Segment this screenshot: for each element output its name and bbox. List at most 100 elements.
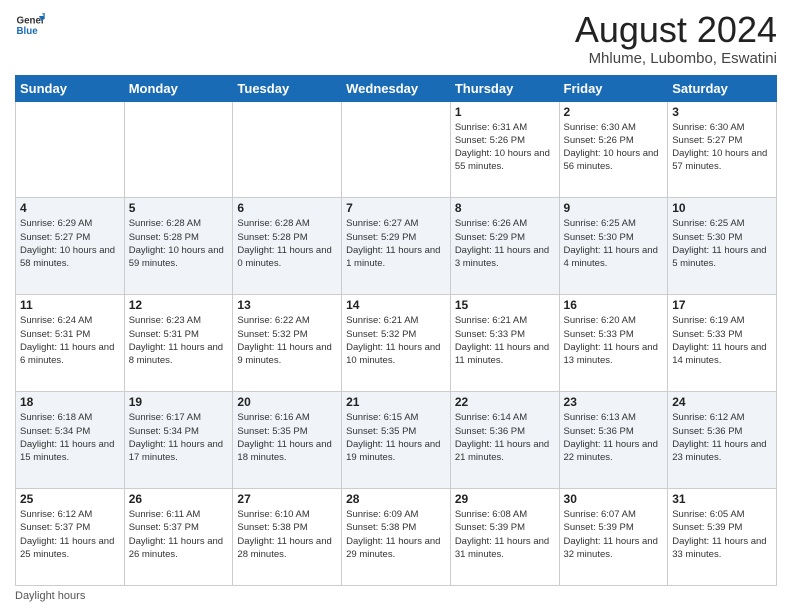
calendar-cell — [124, 101, 233, 198]
svg-text:Blue: Blue — [17, 26, 39, 37]
day-info: Sunrise: 6:10 AM Sunset: 5:38 PM Dayligh… — [237, 508, 337, 561]
main-title: August 2024 — [575, 10, 777, 50]
col-header-sunday: Sunday — [16, 75, 125, 101]
calendar-cell: 17Sunrise: 6:19 AM Sunset: 5:33 PM Dayli… — [668, 295, 777, 392]
logo-icon: General Blue — [15, 10, 45, 40]
day-info: Sunrise: 6:07 AM Sunset: 5:39 PM Dayligh… — [564, 508, 664, 561]
day-info: Sunrise: 6:14 AM Sunset: 5:36 PM Dayligh… — [455, 411, 555, 464]
calendar-cell: 27 Sunrise: 6:10 AM Sunset: 5:38 PM Dayli… — [233, 489, 342, 586]
col-header-saturday: Saturday — [668, 75, 777, 101]
calendar-cell: 7 Sunrise: 6:27 AM Sunset: 5:29 PM Daylig… — [342, 198, 451, 295]
day-number: 14 — [346, 298, 446, 312]
day-info: Sunrise: 6:26 AM Sunset: 5:29 PM Dayligh… — [455, 217, 555, 270]
day-number: 29 — [455, 492, 555, 506]
col-header-tuesday: Tuesday — [233, 75, 342, 101]
calendar-cell: 14 Sunrise: 6:21 AM Sunset: 5:32 PM Dayli… — [342, 295, 451, 392]
day-number: 1 — [455, 105, 555, 119]
day-number: 3 — [672, 105, 772, 119]
calendar-cell: 9 Sunrise: 6:25 AM Sunset: 5:30 PM Daylig… — [559, 198, 668, 295]
calendar-cell: 8Sunrise: 6:26 AM Sunset: 5:29 PM Daylig… — [450, 198, 559, 295]
day-info: Sunrise: 6:16 AM Sunset: 5:35 PM Dayligh… — [237, 411, 337, 464]
day-info: Sunrise: 6:17 AM Sunset: 5:34 PM Dayligh… — [129, 411, 229, 464]
calendar-cell: 30 Sunrise: 6:07 AM Sunset: 5:39 PM Dayli… — [559, 489, 668, 586]
calendar-cell: 15 Sunrise: 6:21 AM Sunset: 5:33 PM Dayli… — [450, 295, 559, 392]
col-header-wednesday: Wednesday — [342, 75, 451, 101]
header: General Blue August 2024 Mhlume, Lubombo… — [15, 10, 777, 67]
calendar-table: SundayMondayTuesdayWednesdayThursdayFrid… — [15, 75, 777, 586]
title-block: August 2024 Mhlume, Lubombo, Eswatini — [575, 10, 777, 67]
day-number: 11 — [20, 298, 120, 312]
calendar-cell: 29 Sunrise: 6:08 AM Sunset: 5:39 PM Dayli… — [450, 489, 559, 586]
calendar-cell: 31 Sunrise: 6:05 AM Sunset: 5:39 PM Dayli… — [668, 489, 777, 586]
day-number: 31 — [672, 492, 772, 506]
calendar-cell: 5 Sunrise: 6:28 AM Sunset: 5:28 PM Daylig… — [124, 198, 233, 295]
day-number: 18 — [20, 395, 120, 409]
day-number: 15 — [455, 298, 555, 312]
calendar-cell: 20 Sunrise: 6:16 AM Sunset: 5:35 PM Dayli… — [233, 392, 342, 489]
day-info: Sunrise: 6:22 AM Sunset: 5:32 PM Dayligh… — [237, 314, 337, 367]
day-number: 20 — [237, 395, 337, 409]
day-info: Sunrise: 6:31 AM Sunset: 5:26 PM Dayligh… — [455, 121, 555, 174]
day-info: Sunrise: 6:30 AM Sunset: 5:26 PM Dayligh… — [564, 121, 664, 174]
day-info: Sunrise: 6:29 AM Sunset: 5:27 PM Dayligh… — [20, 217, 120, 270]
day-info: Sunrise: 6:20 AM Sunset: 5:33 PM Dayligh… — [564, 314, 664, 367]
day-number: 2 — [564, 105, 664, 119]
calendar-cell: 26Sunrise: 6:11 AM Sunset: 5:37 PM Dayli… — [124, 489, 233, 586]
day-info: Sunrise: 6:27 AM Sunset: 5:29 PM Dayligh… — [346, 217, 446, 270]
day-info: Sunrise: 6:05 AM Sunset: 5:39 PM Dayligh… — [672, 508, 772, 561]
calendar-cell: 13 Sunrise: 6:22 AM Sunset: 5:32 PM Dayli… — [233, 295, 342, 392]
calendar-cell — [16, 101, 125, 198]
calendar-cell: 10 Sunrise: 6:25 AM Sunset: 5:30 PM Dayli… — [668, 198, 777, 295]
day-number: 27 — [237, 492, 337, 506]
day-info: Sunrise: 6:28 AM Sunset: 5:28 PM Dayligh… — [129, 217, 229, 270]
day-info: Sunrise: 6:12 AM Sunset: 5:36 PM Dayligh… — [672, 411, 772, 464]
day-number: 21 — [346, 395, 446, 409]
day-number: 5 — [129, 201, 229, 215]
day-info: Sunrise: 6:23 AM Sunset: 5:31 PM Dayligh… — [129, 314, 229, 367]
calendar-cell: 2 Sunrise: 6:30 AM Sunset: 5:26 PM Daylig… — [559, 101, 668, 198]
day-number: 23 — [564, 395, 664, 409]
day-info: Sunrise: 6:19 AM Sunset: 5:33 PM Dayligh… — [672, 314, 772, 367]
day-number: 19 — [129, 395, 229, 409]
day-number: 7 — [346, 201, 446, 215]
day-number: 10 — [672, 201, 772, 215]
calendar-cell: 3Sunrise: 6:30 AM Sunset: 5:27 PM Daylig… — [668, 101, 777, 198]
day-number: 16 — [564, 298, 664, 312]
col-header-thursday: Thursday — [450, 75, 559, 101]
calendar-cell — [342, 101, 451, 198]
calendar-cell: 11 Sunrise: 6:24 AM Sunset: 5:31 PM Dayli… — [16, 295, 125, 392]
day-info: Sunrise: 6:21 AM Sunset: 5:33 PM Dayligh… — [455, 314, 555, 367]
calendar-cell: 24 Sunrise: 6:12 AM Sunset: 5:36 PM Dayli… — [668, 392, 777, 489]
calendar-cell: 16 Sunrise: 6:20 AM Sunset: 5:33 PM Dayli… — [559, 295, 668, 392]
calendar-cell: 4Sunrise: 6:29 AM Sunset: 5:27 PM Daylig… — [16, 198, 125, 295]
day-info: Sunrise: 6:28 AM Sunset: 5:28 PM Dayligh… — [237, 217, 337, 270]
calendar-cell: 18Sunrise: 6:18 AM Sunset: 5:34 PM Dayli… — [16, 392, 125, 489]
day-number: 25 — [20, 492, 120, 506]
day-number: 9 — [564, 201, 664, 215]
calendar-cell: 22 Sunrise: 6:14 AM Sunset: 5:36 PM Dayli… — [450, 392, 559, 489]
calendar-cell: 25Sunrise: 6:12 AM Sunset: 5:37 PM Dayli… — [16, 489, 125, 586]
subtitle: Mhlume, Lubombo, Eswatini — [575, 50, 777, 67]
calendar-cell: 1 Sunrise: 6:31 AM Sunset: 5:26 PM Daylig… — [450, 101, 559, 198]
day-info: Sunrise: 6:13 AM Sunset: 5:36 PM Dayligh… — [564, 411, 664, 464]
day-number: 28 — [346, 492, 446, 506]
col-header-friday: Friday — [559, 75, 668, 101]
day-number: 24 — [672, 395, 772, 409]
day-number: 13 — [237, 298, 337, 312]
logo: General Blue — [15, 10, 45, 40]
day-info: Sunrise: 6:15 AM Sunset: 5:35 PM Dayligh… — [346, 411, 446, 464]
calendar-cell: 12Sunrise: 6:23 AM Sunset: 5:31 PM Dayli… — [124, 295, 233, 392]
calendar-cell: 19 Sunrise: 6:17 AM Sunset: 5:34 PM Dayli… — [124, 392, 233, 489]
day-info: Sunrise: 6:21 AM Sunset: 5:32 PM Dayligh… — [346, 314, 446, 367]
day-number: 26 — [129, 492, 229, 506]
calendar-cell: 28 Sunrise: 6:09 AM Sunset: 5:38 PM Dayli… — [342, 489, 451, 586]
day-info: Sunrise: 6:25 AM Sunset: 5:30 PM Dayligh… — [672, 217, 772, 270]
day-number: 22 — [455, 395, 555, 409]
day-info: Sunrise: 6:24 AM Sunset: 5:31 PM Dayligh… — [20, 314, 120, 367]
calendar-cell — [233, 101, 342, 198]
day-number: 30 — [564, 492, 664, 506]
day-info: Sunrise: 6:08 AM Sunset: 5:39 PM Dayligh… — [455, 508, 555, 561]
day-info: Sunrise: 6:25 AM Sunset: 5:30 PM Dayligh… — [564, 217, 664, 270]
day-info: Sunrise: 6:09 AM Sunset: 5:38 PM Dayligh… — [346, 508, 446, 561]
calendar-cell: 23 Sunrise: 6:13 AM Sunset: 5:36 PM Dayli… — [559, 392, 668, 489]
